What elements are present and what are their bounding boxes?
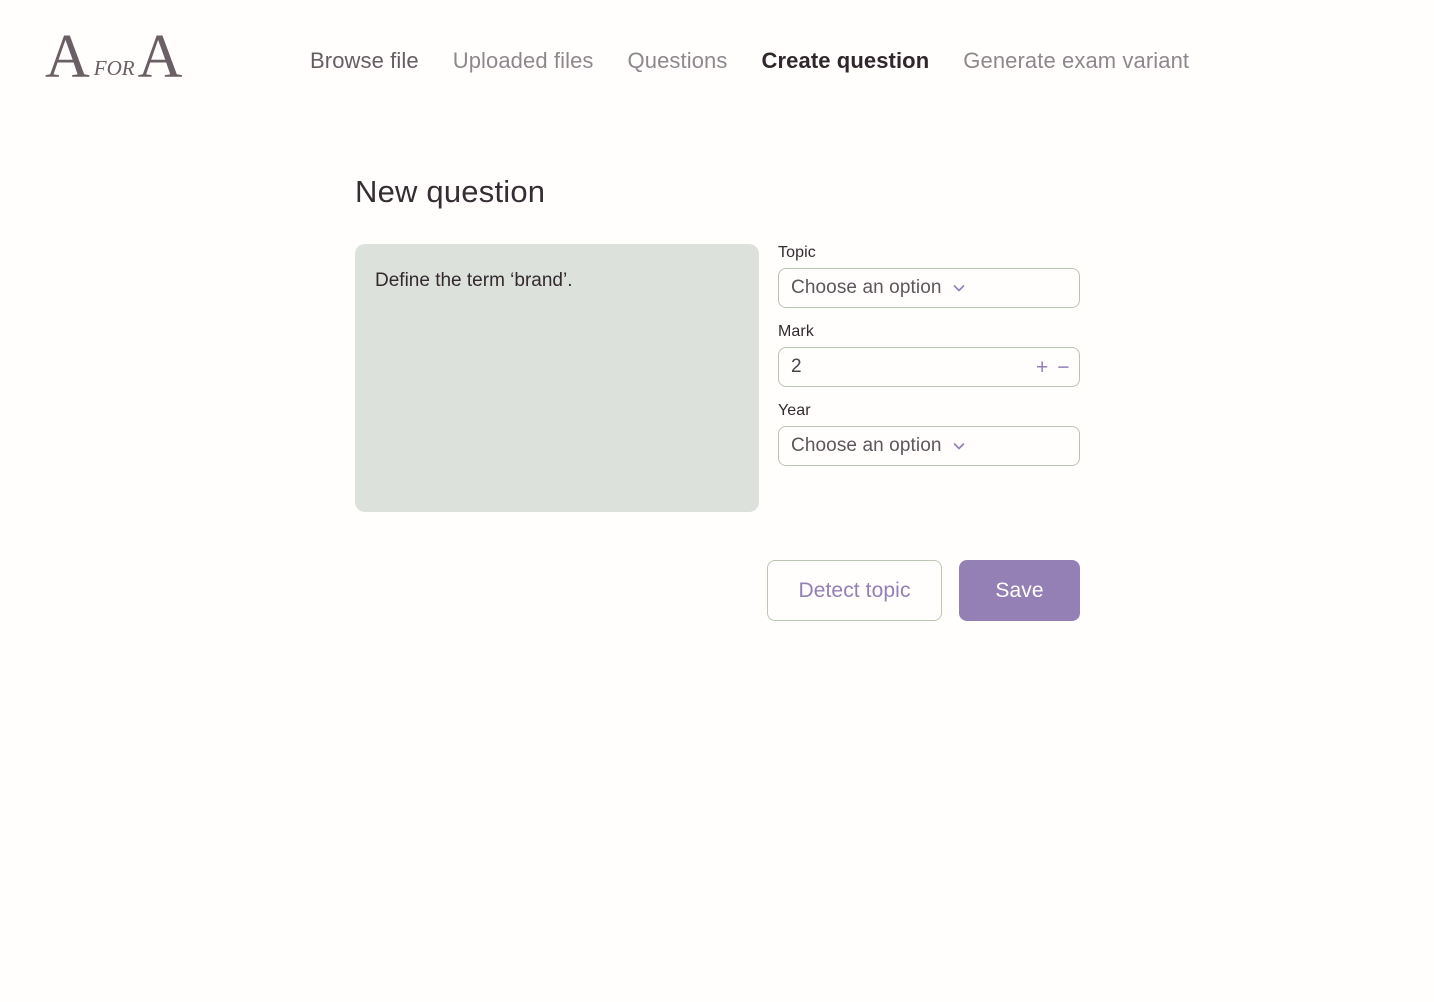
nav-item-create-question[interactable]: Create question [762,48,930,74]
topic-field-group: Topic Choose an option [778,244,1080,308]
year-field-group: Year Choose an option [778,402,1080,466]
topic-label: Topic [778,244,816,261]
nav-item-browse-file[interactable]: Browse file [310,48,419,74]
chevron-down-icon [951,280,967,296]
mark-stepper[interactable]: + − [778,347,1080,387]
mark-stepper-buttons: + − [1036,357,1070,378]
chevron-down-icon [951,438,967,454]
decrement-icon[interactable]: − [1057,357,1069,378]
page-title: New question [355,174,546,209]
logo-letter-a-last: A [137,23,183,91]
mark-input[interactable] [791,356,1036,378]
nav-item-generate-exam-variant[interactable]: Generate exam variant [963,48,1189,74]
logo[interactable]: A for A [0,18,310,88]
question-metadata-fields: Topic Choose an option Mark + − [778,244,1080,466]
main-navigation: Browse file Uploaded files Questions Cre… [310,18,1189,74]
detect-topic-button[interactable]: Detect topic [767,560,942,621]
site-header: A for A Browse file Uploaded files Quest… [0,0,1434,120]
question-form: Topic Choose an option Mark + − [355,244,1434,512]
nav-item-questions[interactable]: Questions [628,48,728,74]
form-actions: Detect topic Save [355,560,1434,621]
increment-icon[interactable]: + [1036,357,1048,378]
save-button[interactable]: Save [959,560,1080,621]
mark-label: Mark [778,323,814,340]
mark-field-group: Mark + − [778,323,1080,387]
logo-letter-a-first: A [45,23,90,91]
year-select-value: Choose an option [791,435,942,456]
logo-for-text: for [93,49,135,82]
topic-select-value: Choose an option [791,277,942,298]
question-text-input[interactable] [355,244,759,512]
nav-item-uploaded-files[interactable]: Uploaded files [453,48,594,74]
year-select[interactable]: Choose an option [778,426,1080,466]
main-content: New question Topic Choose an option Mark [0,174,1434,621]
year-label: Year [778,402,811,419]
topic-select[interactable]: Choose an option [778,268,1080,308]
